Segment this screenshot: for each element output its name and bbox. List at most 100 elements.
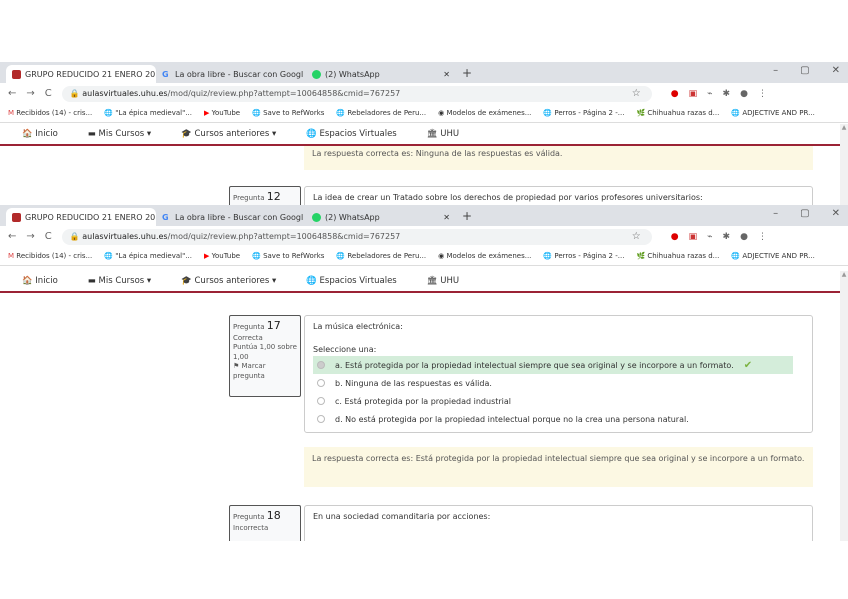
answer-option[interactable]: a. Está protegida por la propiedad intel… bbox=[313, 356, 793, 374]
reload-icon[interactable]: C bbox=[45, 88, 52, 99]
forward-icon[interactable]: → bbox=[26, 88, 34, 99]
extension-icon[interactable]: ⌁ bbox=[707, 89, 712, 99]
bookmark[interactable]: 🌐 Rebeladores de Peru... bbox=[336, 252, 426, 260]
avatar[interactable]: ● bbox=[740, 232, 748, 242]
tab-label: (2) WhatsApp bbox=[325, 212, 380, 222]
bookmarks-bar: M Recibidos (14) - cris... 🌐 "La épica m… bbox=[0, 104, 848, 123]
tab-label: La obra libre - Buscar con Googl bbox=[175, 69, 304, 79]
whatsapp-favicon-icon bbox=[312, 212, 321, 222]
tab-label: La obra libre - Buscar con Googl bbox=[175, 212, 304, 222]
nav-uhu[interactable]: 🏛 UHU bbox=[427, 129, 459, 139]
nav-inicio[interactable]: 🏠 Inicio bbox=[22, 129, 58, 139]
nav-label: Espacios Virtuales bbox=[319, 129, 397, 139]
browser-tab[interactable]: (2) WhatsApp ✕ bbox=[306, 65, 456, 83]
adblock-icon[interactable]: ● bbox=[671, 232, 679, 242]
nav-espacios-virtuales[interactable]: 🌐 Espacios Virtuales bbox=[306, 276, 397, 286]
bookmark[interactable]: 🌐 Save to RefWorks bbox=[252, 109, 324, 117]
youtube-icon: ▶ bbox=[204, 109, 210, 117]
minimize-button[interactable]: – bbox=[773, 208, 778, 219]
bookmark-label: Perros - Página 2 -... bbox=[554, 252, 625, 260]
bookmark-label: YouTube bbox=[211, 109, 241, 117]
bookmark[interactable]: 🌐 "La épica medieval"... bbox=[104, 252, 192, 260]
answer-option[interactable]: d. No está protegida por la propiedad in… bbox=[313, 410, 804, 428]
nav-cursos-anteriores[interactable]: 🎓 Cursos anteriores ▾ bbox=[181, 129, 276, 139]
nav-mis-cursos[interactable]: ▬ Mis Cursos ▾ bbox=[88, 129, 151, 139]
new-tab-button[interactable]: + bbox=[456, 66, 478, 83]
bookmark[interactable]: M Recibidos (14) - cris... bbox=[8, 109, 92, 117]
star-icon[interactable]: ☆ bbox=[632, 88, 641, 99]
maximize-button[interactable]: ▢ bbox=[800, 65, 809, 76]
nav-label: Cursos anteriores ▾ bbox=[194, 129, 277, 139]
bookmark-label: ADJECTIVE AND PR... bbox=[742, 252, 815, 260]
bookmark[interactable]: 🌐 Perros - Página 2 -... bbox=[543, 252, 624, 260]
question-status: Incorrecta bbox=[233, 523, 269, 532]
bookmark[interactable]: 🌐 ADJECTIVE AND PR... bbox=[731, 109, 814, 117]
close-tab-icon[interactable]: ✕ bbox=[443, 70, 450, 79]
question-number: 17 bbox=[266, 319, 281, 332]
bookmark[interactable]: 🌐 Save to RefWorks bbox=[252, 252, 324, 260]
address-bar-row: ← → C 🔒 aulasvirtuales.uhu.es/mod/quiz/rev… bbox=[0, 226, 848, 247]
close-window-button[interactable]: ✕ bbox=[832, 65, 840, 76]
radio-button[interactable] bbox=[317, 361, 325, 369]
close-tab-icon[interactable]: ✕ bbox=[443, 213, 450, 222]
google-favicon-icon: G bbox=[162, 212, 169, 222]
url-input[interactable]: 🔒 aulasvirtuales.uhu.es/mod/quiz/review.… bbox=[61, 85, 652, 102]
extension-icon[interactable]: ▣ bbox=[689, 89, 698, 99]
minimize-button[interactable]: – bbox=[773, 65, 778, 76]
puzzle-icon[interactable]: ✱ bbox=[723, 89, 731, 99]
browser-tab[interactable]: (2) WhatsApp ✕ bbox=[306, 208, 456, 226]
bookmark[interactable]: ◉ Modelos de exámenes... bbox=[438, 252, 531, 260]
star-icon[interactable]: ☆ bbox=[632, 231, 641, 242]
puzzle-icon[interactable]: ✱ bbox=[723, 232, 731, 242]
adblock-icon[interactable]: ● bbox=[671, 89, 679, 99]
answer-option[interactable]: b. Ninguna de las respuestas es válida. bbox=[313, 374, 804, 392]
bookmark[interactable]: 🌿 Chihuahua razas d... bbox=[636, 252, 719, 260]
nav-inicio[interactable]: 🏠 Inicio bbox=[22, 276, 58, 286]
nav-uhu[interactable]: 🏛 UHU bbox=[427, 276, 459, 286]
menu-icon[interactable]: ⋮ bbox=[758, 232, 767, 242]
nav-espacios-virtuales[interactable]: 🌐 Espacios Virtuales bbox=[306, 129, 397, 139]
new-tab-button[interactable]: + bbox=[456, 209, 478, 226]
bookmark[interactable]: M Recibidos (14) - cris... bbox=[8, 252, 92, 260]
radio-button[interactable] bbox=[317, 415, 325, 423]
bookmark[interactable]: 🌐 Perros - Página 2 -... bbox=[543, 109, 624, 117]
back-icon[interactable]: ← bbox=[8, 231, 16, 242]
nav-cursos-anteriores[interactable]: 🎓 Cursos anteriores ▾ bbox=[181, 276, 276, 286]
back-icon[interactable]: ← bbox=[8, 88, 16, 99]
nav-label: Cursos anteriores ▾ bbox=[194, 276, 277, 286]
extension-icon[interactable]: ⌁ bbox=[707, 232, 712, 242]
bookmark[interactable]: ▶ YouTube bbox=[204, 252, 240, 260]
browser-tab[interactable]: GLa obra libre - Buscar con Googl✕ bbox=[156, 65, 306, 83]
question-label: Pregunta bbox=[233, 194, 265, 202]
radio-button[interactable] bbox=[317, 379, 325, 387]
scrollbar[interactable]: ▲ bbox=[840, 271, 848, 541]
reload-icon[interactable]: C bbox=[45, 231, 52, 242]
nav-label: Inicio bbox=[35, 129, 58, 139]
close-window-button[interactable]: ✕ bbox=[832, 208, 840, 219]
menu-icon[interactable]: ⋮ bbox=[758, 89, 767, 99]
extension-icon[interactable]: ▣ bbox=[689, 232, 698, 242]
bookmark-label: Modelos de exámenes... bbox=[446, 109, 532, 117]
radio-button[interactable] bbox=[317, 397, 325, 405]
maximize-button[interactable]: ▢ bbox=[800, 208, 809, 219]
browser-tab[interactable]: GRUPO REDUCIDO 21 ENERO 20✕ bbox=[6, 208, 156, 226]
tab-label: GRUPO REDUCIDO 21 ENERO 20 bbox=[25, 69, 156, 79]
bookmark[interactable]: 🌿 Chihuahua razas d... bbox=[636, 109, 719, 117]
bookmark[interactable]: 🌐 "La épica medieval"... bbox=[104, 109, 192, 117]
bookmark-label: Rebeladores de Peru... bbox=[347, 252, 427, 260]
bookmark[interactable]: 🌐 ADJECTIVE AND PR... bbox=[731, 252, 814, 260]
nav-mis-cursos[interactable]: ▬ Mis Cursos ▾ bbox=[88, 276, 151, 286]
browser-tab[interactable]: GLa obra libre - Buscar con Googl✕ bbox=[156, 208, 306, 226]
flag-question-link[interactable]: ⚑ Marcar pregunta bbox=[233, 362, 297, 381]
answer-option[interactable]: c. Está protegida por la propiedad indus… bbox=[313, 392, 804, 410]
browser-tab[interactable]: GRUPO REDUCIDO 21 ENERO 20✕ bbox=[6, 65, 156, 83]
bookmark[interactable]: 🌐 Rebeladores de Peru... bbox=[336, 109, 426, 117]
url-host: aulasvirtuales.uhu.es bbox=[82, 232, 168, 241]
bookmark-label: Modelos de exámenes... bbox=[446, 252, 532, 260]
bookmark[interactable]: ▶ YouTube bbox=[204, 109, 240, 117]
forward-icon[interactable]: → bbox=[26, 231, 34, 242]
url-input[interactable]: 🔒 aulasvirtuales.uhu.es/mod/quiz/review.… bbox=[61, 228, 652, 245]
scrollbar[interactable]: ▲ bbox=[840, 124, 848, 205]
avatar[interactable]: ● bbox=[740, 89, 748, 99]
bookmark[interactable]: ◉ Modelos de exámenes... bbox=[438, 109, 531, 117]
